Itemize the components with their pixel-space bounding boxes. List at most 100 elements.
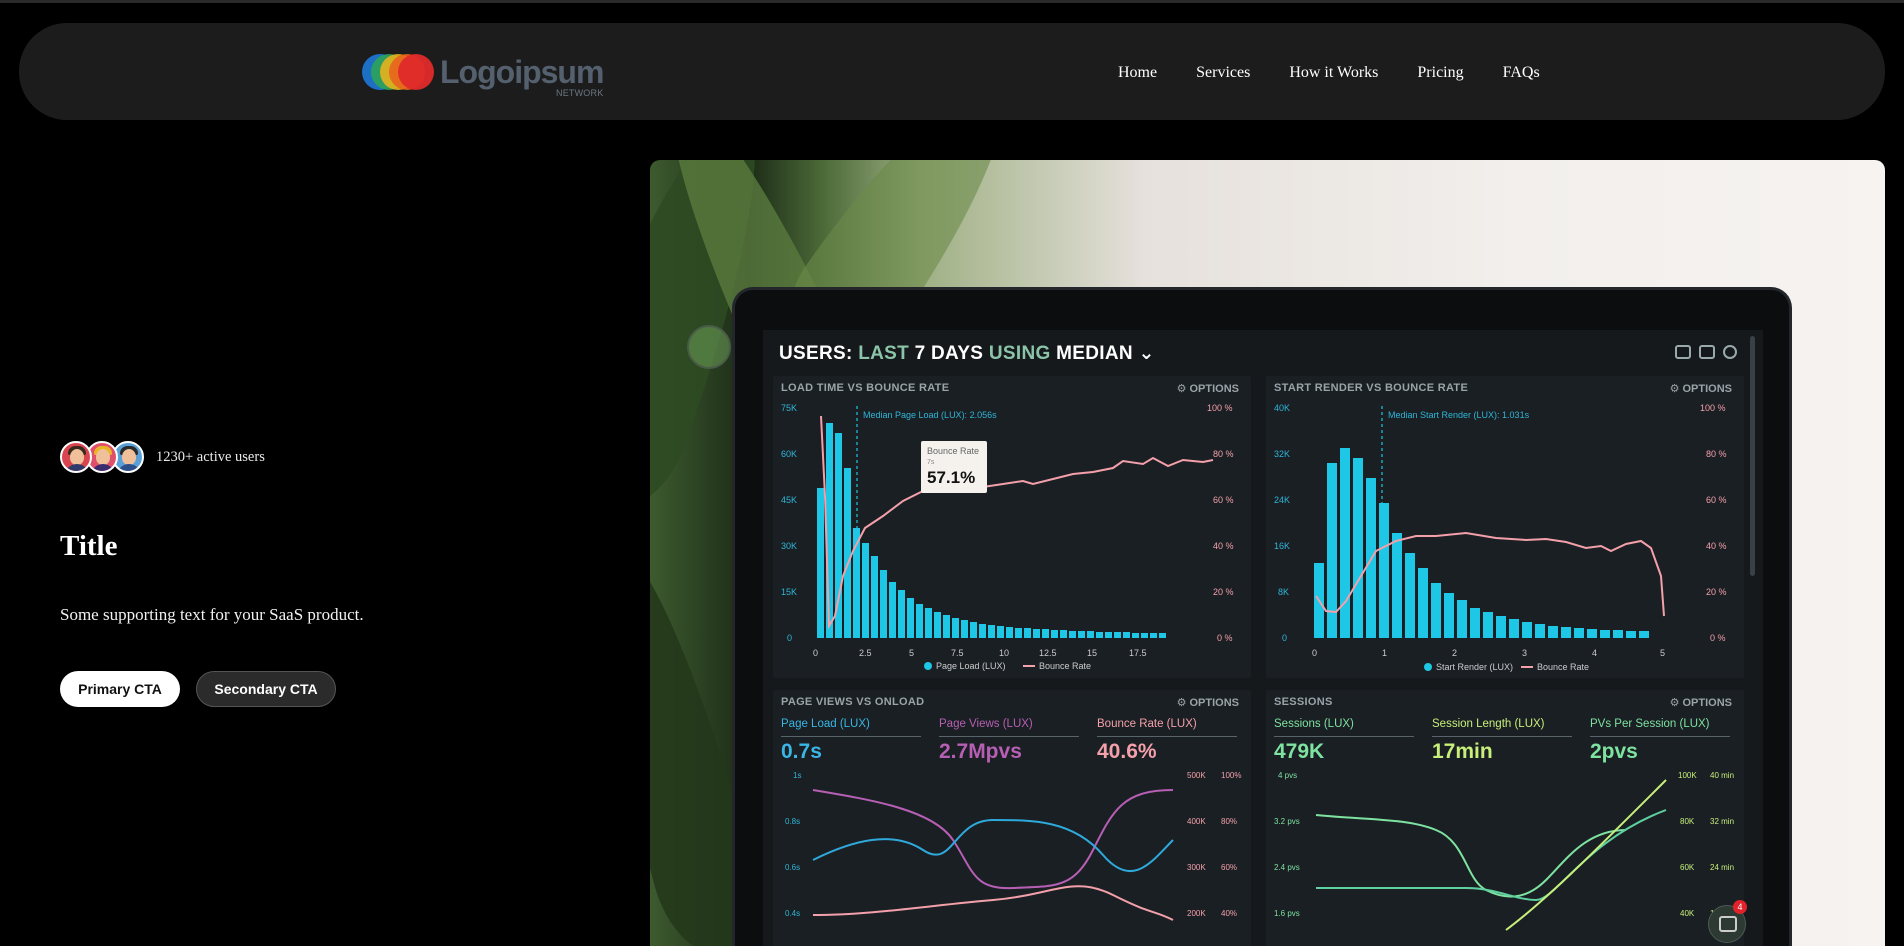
- panel-load-time: LOAD TIME VS BOUNCE RATE ⚙ OPTIONS 75K 60…: [773, 376, 1251, 678]
- share-icon: [1699, 345, 1715, 359]
- svg-text:40 min: 40 min: [1710, 771, 1734, 780]
- svg-text:20 %: 20 %: [1706, 587, 1727, 597]
- chart-bar: [988, 625, 995, 638]
- chart-bar: [844, 468, 851, 638]
- chart-bar: [1114, 632, 1121, 638]
- chart-bar: [1535, 624, 1545, 638]
- secondary-cta-button[interactable]: Secondary CTA: [196, 671, 336, 707]
- navbar: Logoipsum NETWORK Home Services How it W…: [19, 23, 1885, 120]
- laptop: USERS: LAST 7 DAYS USING MEDIAN ⌄ LOAD T…: [735, 290, 1789, 946]
- dashboard-screen: USERS: LAST 7 DAYS USING MEDIAN ⌄ LOAD T…: [763, 330, 1763, 946]
- dashboard-icons: [1675, 345, 1737, 359]
- svg-text:3.2 pvs: 3.2 pvs: [1274, 817, 1300, 826]
- chevron-down-icon: ⌄: [1138, 343, 1155, 364]
- svg-text:80K: 80K: [1680, 817, 1695, 826]
- svg-text:0 %: 0 %: [1710, 633, 1726, 643]
- logo[interactable]: Logoipsum NETWORK: [362, 48, 604, 98]
- chat-launcher-button[interactable]: 4: [1708, 900, 1747, 943]
- svg-text:5: 5: [909, 648, 914, 658]
- svg-text:3: 3: [1522, 648, 1527, 658]
- notification-badge: 4: [1733, 900, 1747, 914]
- panel-start-render: START RENDER VS BOUNCE RATE ⚙ OPTIONS 40…: [1266, 376, 1744, 678]
- svg-text:2.5: 2.5: [859, 648, 872, 658]
- svg-text:200K: 200K: [1187, 909, 1206, 918]
- chart-bar: [1042, 629, 1049, 638]
- top-border: [0, 0, 1904, 3]
- svg-text:7s: 7s: [927, 459, 935, 466]
- chart-bar: [1051, 630, 1058, 638]
- chart-bar: [1033, 629, 1040, 638]
- svg-text:0: 0: [1312, 648, 1317, 658]
- svg-text:15: 15: [1087, 648, 1097, 658]
- svg-text:Page Load (LUX): Page Load (LUX): [936, 661, 1006, 671]
- svg-text:2: 2: [1452, 648, 1457, 658]
- svg-text:16K: 16K: [1274, 541, 1290, 551]
- svg-text:20 %: 20 %: [1213, 587, 1234, 597]
- start-render-chart: 40K32K24K 16K8K0 100 %80 %60 % 40 %20 %0…: [1274, 403, 1727, 672]
- svg-text:75K: 75K: [781, 403, 797, 413]
- svg-text:100 %: 100 %: [1207, 403, 1233, 413]
- chart-bar: [871, 556, 878, 638]
- svg-text:40K: 40K: [1680, 909, 1695, 918]
- nav-home[interactable]: Home: [1118, 61, 1157, 85]
- cta-group: Primary CTA Secondary CTA: [60, 671, 336, 707]
- svg-text:12.5: 12.5: [1039, 648, 1057, 658]
- hero-title: Title: [60, 530, 118, 562]
- svg-text:500K: 500K: [1187, 771, 1206, 780]
- chart-bar: [1123, 632, 1130, 638]
- nav-pricing[interactable]: Pricing: [1417, 61, 1463, 85]
- main-nav: Home Services How it Works Pricing FAQs: [1118, 61, 1579, 85]
- chart-bar: [1105, 632, 1112, 638]
- svg-text:100%: 100%: [1221, 771, 1241, 780]
- svg-text:0.6s: 0.6s: [785, 863, 800, 872]
- svg-text:1: 1: [1382, 648, 1387, 658]
- chart-bar: [934, 612, 941, 638]
- svg-text:40K: 40K: [1274, 403, 1290, 413]
- svg-text:5: 5: [1660, 648, 1665, 658]
- chart-bar: [1078, 631, 1085, 638]
- chart-bar: [1470, 608, 1480, 638]
- svg-text:17.5: 17.5: [1129, 648, 1147, 658]
- chart-bar: [1522, 622, 1532, 638]
- chart-bar: [1574, 628, 1584, 638]
- chart-bar: [916, 604, 923, 638]
- svg-text:100K: 100K: [1678, 771, 1697, 780]
- svg-text:Start Render (LUX): Start Render (LUX): [1436, 662, 1513, 672]
- active-users-count: 1230+ active users: [156, 448, 265, 465]
- logo-subtext: NETWORK: [556, 88, 604, 98]
- svg-text:Median Page Load (LUX): 2.056s: Median Page Load (LUX): 2.056s: [863, 410, 997, 420]
- svg-text:Bounce Rate: Bounce Rate: [1537, 662, 1589, 672]
- scrollbar: [1750, 336, 1755, 576]
- svg-text:Bounce Rate: Bounce Rate: [927, 446, 979, 456]
- svg-text:60%: 60%: [1221, 863, 1237, 872]
- chart-bar: [1087, 631, 1094, 638]
- svg-text:0 %: 0 %: [1217, 633, 1233, 643]
- svg-text:1.6 pvs: 1.6 pvs: [1274, 909, 1300, 918]
- svg-text:30K: 30K: [781, 541, 797, 551]
- chart-bar: [1561, 627, 1571, 638]
- svg-text:40 %: 40 %: [1213, 541, 1234, 551]
- nav-how-it-works[interactable]: How it Works: [1289, 61, 1378, 85]
- hero-image: USERS: LAST 7 DAYS USING MEDIAN ⌄ LOAD T…: [650, 160, 1885, 946]
- logo-mark-icon: [362, 52, 434, 92]
- svg-text:32K: 32K: [1274, 449, 1290, 459]
- svg-text:80 %: 80 %: [1213, 449, 1234, 459]
- chat-icon: [1719, 916, 1737, 932]
- nav-services[interactable]: Services: [1196, 61, 1250, 85]
- chart-bar: [1613, 630, 1623, 638]
- chart-bar: [1639, 631, 1649, 638]
- chart-bar: [1548, 626, 1558, 638]
- primary-cta-button[interactable]: Primary CTA: [60, 671, 180, 707]
- svg-text:40 %: 40 %: [1706, 541, 1727, 551]
- svg-text:400K: 400K: [1187, 817, 1206, 826]
- svg-text:0: 0: [813, 648, 818, 658]
- svg-text:Bounce Rate: Bounce Rate: [1039, 661, 1091, 671]
- dashboard-heading: USERS: LAST 7 DAYS USING MEDIAN ⌄: [779, 343, 1155, 364]
- svg-text:Median Start Render (LUX): 1.0: Median Start Render (LUX): 1.031s: [1388, 410, 1530, 420]
- avatar: [60, 441, 92, 473]
- chart-bar: [1405, 553, 1415, 638]
- help-icon: [1723, 345, 1737, 359]
- svg-text:4 pvs: 4 pvs: [1278, 771, 1297, 780]
- panel-sessions: SESSIONS ⚙ OPTIONS Sessions (LUX) 479K S…: [1266, 690, 1744, 946]
- nav-faqs[interactable]: FAQs: [1503, 61, 1540, 85]
